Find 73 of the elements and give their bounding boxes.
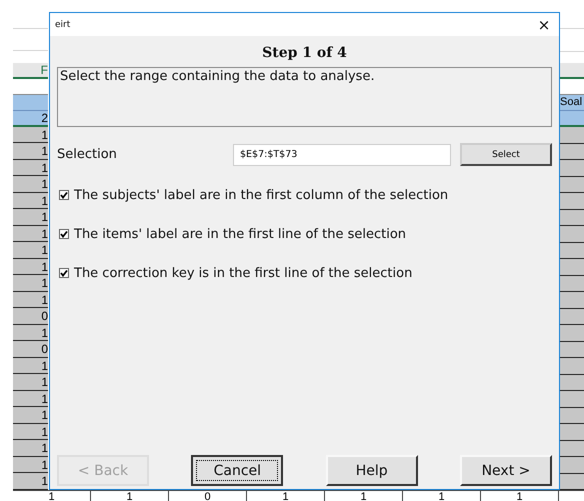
- table-cell: 1: [13, 456, 48, 474]
- table-cell: [560, 292, 584, 308]
- table-cell: [560, 308, 584, 325]
- table-header: Soal: [560, 94, 584, 112]
- dialog-button[interactable]: Cancel: [191, 455, 284, 486]
- table-cell: 1: [91, 491, 169, 501]
- table-cell: 1: [13, 473, 48, 490]
- column-header[interactable]: F: [13, 62, 48, 79]
- table-cell: 1: [13, 275, 48, 292]
- table-cell: 0: [13, 341, 48, 358]
- table-cell: 1: [247, 491, 325, 501]
- table-cell: [560, 391, 584, 408]
- table-cell: [560, 226, 584, 242]
- table-cell: [560, 176, 584, 193]
- table-cell: 1: [13, 374, 48, 391]
- checkbox-label: The items' label are in the first line of the selection: [74, 226, 406, 242]
- table-cell: [560, 358, 584, 374]
- table-cell: 1: [13, 242, 48, 259]
- table-cell: 1: [325, 491, 403, 501]
- table-cell: [560, 342, 584, 358]
- table-header: [13, 94, 48, 111]
- table-cell: 1: [13, 292, 48, 308]
- table-cell: [560, 144, 584, 160]
- table-cell: 2: [13, 110, 48, 127]
- table-cell: 1: [13, 209, 48, 226]
- table-cell: 1: [13, 258, 48, 276]
- table-cell: [560, 440, 584, 457]
- table-cell: 1: [481, 491, 559, 501]
- table-cell: 1: [13, 358, 48, 374]
- table-cell: 1: [13, 390, 48, 408]
- table-cell: [560, 193, 584, 210]
- checkbox-label: The subjects' label are in the first column of the selection: [74, 188, 448, 202]
- table-cell: [560, 111, 584, 127]
- dialog-button[interactable]: Help: [326, 455, 418, 486]
- table-cell: [560, 259, 584, 276]
- table-cell: [560, 210, 584, 226]
- table-cell: [560, 374, 584, 391]
- table-cell: [560, 160, 584, 176]
- table-cell: 1: [13, 407, 48, 424]
- selection-label: Selection: [57, 147, 118, 162]
- checkbox[interactable]: [59, 229, 69, 239]
- step-title: Step 1 of 4: [261, 44, 348, 62]
- table-cell: 1: [13, 226, 48, 242]
- checkbox[interactable]: [59, 268, 69, 278]
- table-cell: 1: [403, 491, 481, 501]
- select-button[interactable]: Select: [460, 143, 552, 166]
- checkbox[interactable]: [59, 190, 69, 200]
- table-cell: 1: [13, 143, 48, 160]
- window-title: eirt: [55, 20, 70, 30]
- table-cell: [560, 457, 584, 474]
- table-cell: 1: [13, 491, 91, 501]
- table-cell: [560, 276, 584, 292]
- selection-field[interactable]: $E$7:$T$73: [233, 144, 451, 166]
- table-cell: 1: [13, 192, 48, 210]
- table-cell: [560, 424, 584, 440]
- table-cell: 1: [13, 176, 48, 193]
- table-cell: 1: [13, 324, 48, 342]
- table-cell: [560, 242, 584, 259]
- column-header[interactable]: [560, 63, 584, 79]
- table-cell: [560, 127, 584, 144]
- table-cell: [560, 474, 584, 490]
- table-cell: 1: [13, 424, 48, 440]
- checkbox-label: The correction key is in the first line of the selection: [74, 266, 412, 280]
- dialog-button[interactable]: Next >: [460, 455, 552, 486]
- table-cell: [560, 325, 584, 342]
- table-cell: 1: [13, 126, 48, 144]
- table-cell: 1: [13, 160, 48, 176]
- table-cell: [560, 408, 584, 424]
- table-cell: 0: [13, 308, 48, 325]
- close-button[interactable]: ×: [529, 16, 559, 34]
- instructions-box: Select the range containing the data to analyse.: [57, 67, 552, 127]
- table-cell: 1: [13, 440, 48, 457]
- table-cell: 0: [169, 491, 247, 501]
